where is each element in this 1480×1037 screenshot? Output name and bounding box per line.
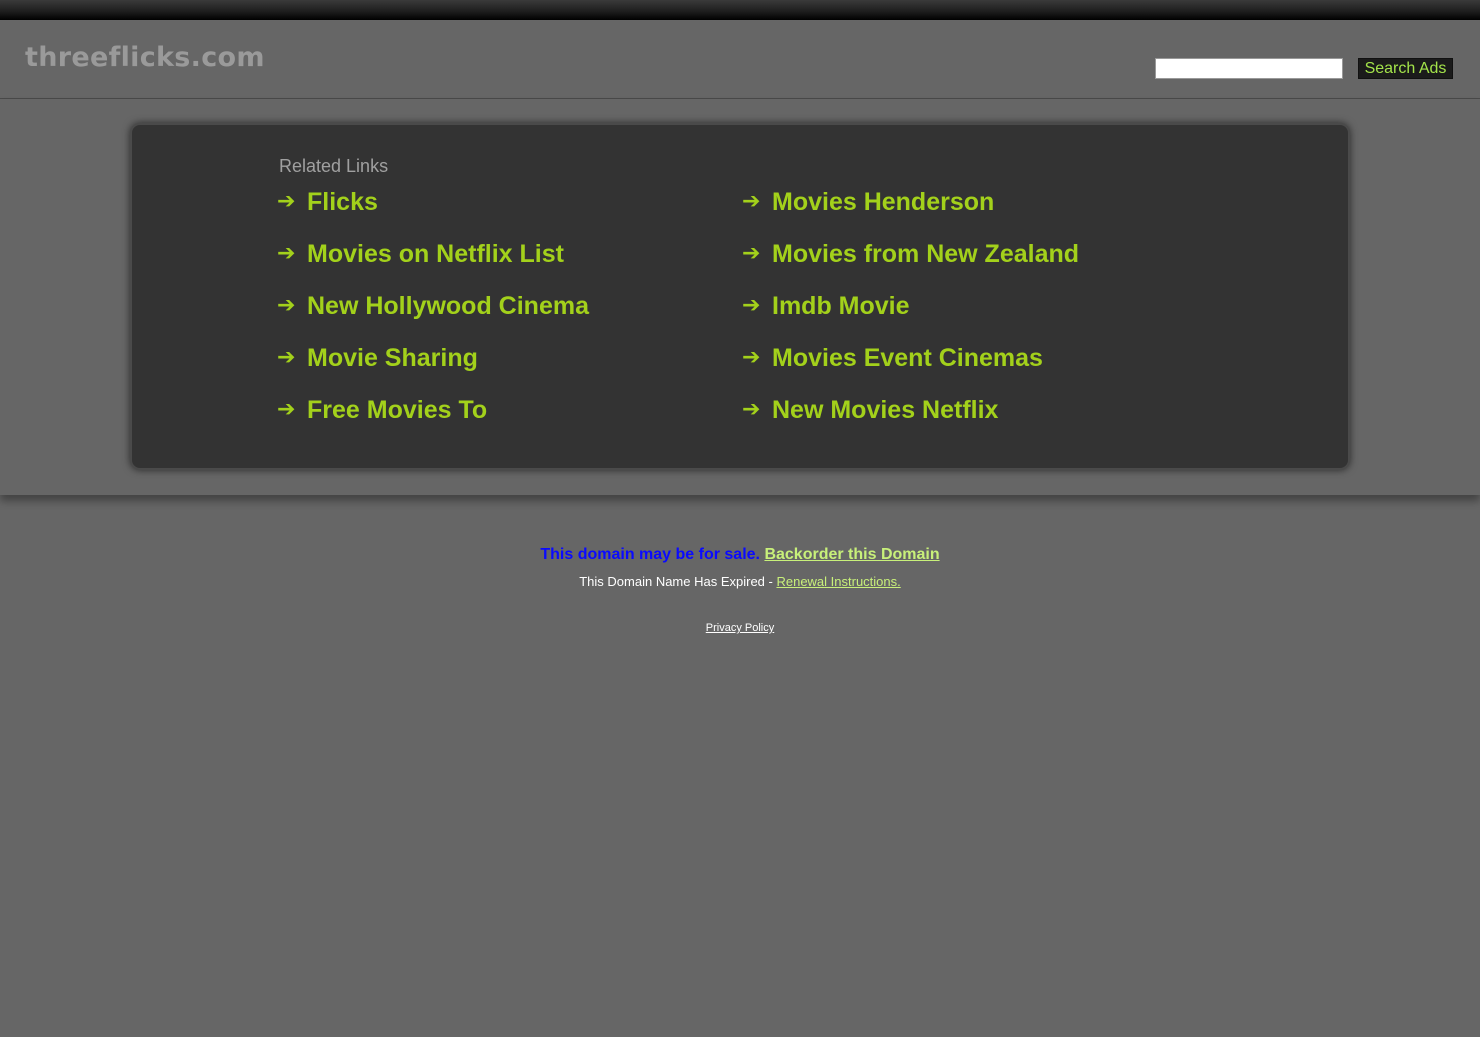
- expired-text: This Domain Name Has Expired -: [579, 574, 777, 589]
- related-link-movies-event-cinemas[interactable]: ➔ Movies Event Cinemas: [742, 344, 1043, 376]
- related-link-free-movies-to[interactable]: ➔ Free Movies To: [277, 396, 487, 428]
- site-title: threeflicks.com: [25, 42, 265, 73]
- arrow-right-icon: ➔: [742, 189, 761, 214]
- search-ads-button[interactable]: Search Ads: [1358, 58, 1453, 79]
- arrow-right-icon: ➔: [742, 293, 761, 318]
- related-link-imdb-movie[interactable]: ➔ Imdb Movie: [742, 292, 910, 324]
- arrow-right-icon: ➔: [277, 241, 296, 266]
- related-link-label[interactable]: Flicks: [307, 188, 378, 216]
- privacy-policy-link[interactable]: Privacy Policy: [706, 622, 774, 634]
- related-link-label[interactable]: Movie Sharing: [307, 344, 478, 372]
- related-link-label[interactable]: Movies Henderson: [772, 188, 994, 216]
- related-link-new-hollywood-cinema[interactable]: ➔ New Hollywood Cinema: [277, 292, 589, 324]
- arrow-right-icon: ➔: [277, 397, 296, 422]
- related-link-flicks[interactable]: ➔ Flicks: [277, 188, 378, 220]
- arrow-right-icon: ➔: [742, 397, 761, 422]
- related-link-new-movies-netflix[interactable]: ➔ New Movies Netflix: [742, 396, 998, 428]
- related-link-label[interactable]: Free Movies To: [307, 396, 487, 424]
- related-link-movies-from-new-zealand[interactable]: ➔ Movies from New Zealand: [742, 240, 1079, 272]
- related-link-movies-henderson[interactable]: ➔ Movies Henderson: [742, 188, 994, 220]
- arrow-right-icon: ➔: [277, 189, 296, 214]
- related-link-label[interactable]: New Hollywood Cinema: [307, 292, 589, 320]
- related-link-label[interactable]: Movies from New Zealand: [772, 240, 1079, 268]
- related-link-label[interactable]: Movies on Netflix List: [307, 240, 564, 268]
- sale-text: This domain may be for sale.: [540, 546, 760, 563]
- related-link-label[interactable]: Movies Event Cinemas: [772, 344, 1043, 372]
- header: threeflicks.com Search Ads: [0, 20, 1480, 99]
- related-links-panel: Related Links ➔ Flicks ➔ Movies on Netflix…: [130, 123, 1350, 470]
- renewal-instructions-link[interactable]: Renewal Instructions.: [776, 574, 900, 589]
- privacy-footer: Privacy Policy: [0, 622, 1480, 634]
- related-links-heading: Related Links: [279, 156, 389, 176]
- search-input[interactable]: [1155, 58, 1343, 79]
- backorder-domain-link[interactable]: Backorder this Domain: [764, 546, 939, 563]
- arrow-right-icon: ➔: [277, 345, 296, 370]
- related-link-movies-on-netflix-list[interactable]: ➔ Movies on Netflix List: [277, 240, 564, 272]
- arrow-right-icon: ➔: [742, 345, 761, 370]
- related-link-label[interactable]: Imdb Movie: [772, 292, 910, 320]
- related-link-movie-sharing[interactable]: ➔ Movie Sharing: [277, 344, 478, 376]
- related-link-label[interactable]: New Movies Netflix: [772, 396, 998, 424]
- domain-expired-notice: This Domain Name Has Expired - Renewal I…: [0, 574, 1480, 589]
- arrow-right-icon: ➔: [742, 241, 761, 266]
- top-bar: [0, 0, 1480, 20]
- arrow-right-icon: ➔: [277, 293, 296, 318]
- domain-sale-notice: This domain may be for sale. Backorder t…: [0, 546, 1480, 564]
